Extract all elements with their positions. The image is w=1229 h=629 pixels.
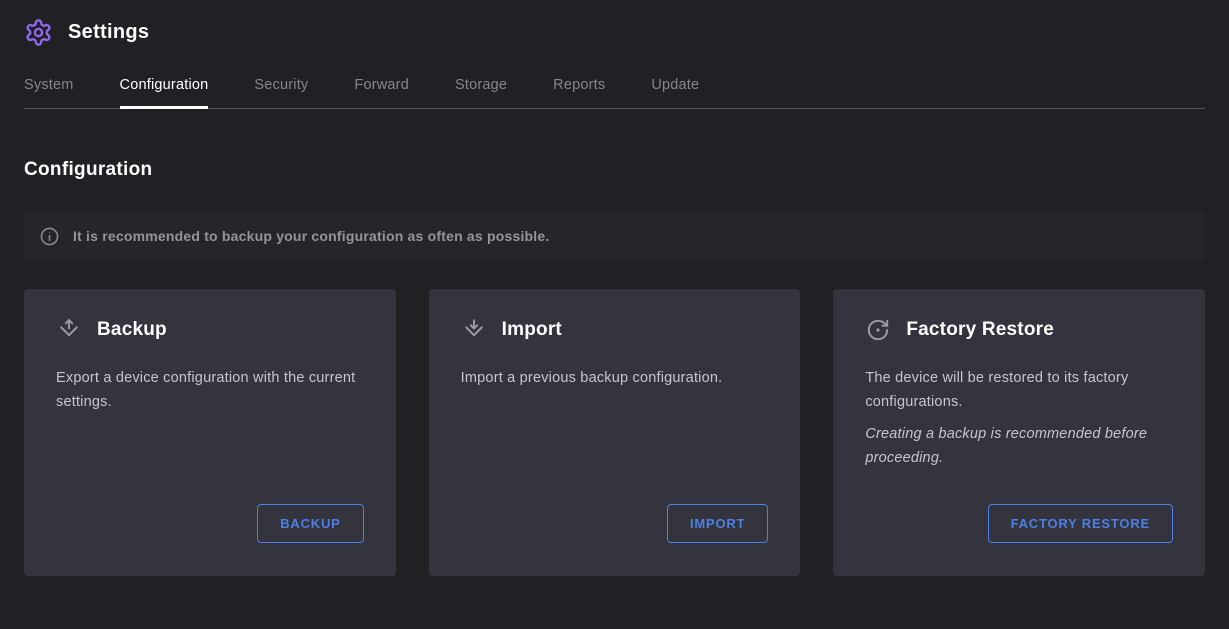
restore-icon (865, 317, 891, 343)
app-header: Settings (24, 0, 1205, 48)
factory-restore-card-description: The device will be restored to its facto… (865, 366, 1173, 414)
tab-storage[interactable]: Storage (455, 77, 507, 108)
download-icon (461, 317, 487, 343)
info-icon (39, 226, 60, 247)
card-row: Backup Export a device configuration wit… (24, 289, 1205, 576)
import-card-description: Import a previous backup configuration. (461, 366, 769, 390)
info-banner: It is recommended to backup your configu… (24, 212, 1205, 260)
tab-forward[interactable]: Forward (354, 77, 409, 108)
tab-reports[interactable]: Reports (553, 77, 605, 108)
tab-security[interactable]: Security (254, 77, 308, 108)
tab-update[interactable]: Update (651, 77, 699, 108)
backup-card-title: Backup (97, 319, 167, 341)
factory-restore-card-header: Factory Restore (865, 317, 1173, 343)
section-heading: Configuration (24, 159, 1205, 181)
factory-restore-card: Factory Restore The device will be resto… (833, 289, 1205, 576)
backup-card-header: Backup (56, 317, 364, 343)
import-card: Import Import a previous backup configur… (429, 289, 801, 576)
gear-icon (24, 18, 53, 47)
import-card-header: Import (461, 317, 769, 343)
settings-page: Settings System Configuration Security F… (0, 0, 1229, 576)
page-title: Settings (68, 21, 149, 44)
factory-restore-card-note: Creating a backup is recommended before … (865, 422, 1173, 470)
banner-text: It is recommended to backup your configu… (73, 228, 549, 244)
backup-card-description: Export a device configuration with the c… (56, 366, 364, 414)
tab-system[interactable]: System (24, 77, 74, 108)
import-card-title: Import (502, 319, 562, 341)
tab-bar: System Configuration Security Forward St… (24, 77, 1205, 109)
tab-configuration[interactable]: Configuration (120, 77, 209, 108)
backup-button[interactable]: BACKUP (257, 504, 363, 543)
factory-restore-button[interactable]: FACTORY RESTORE (988, 504, 1173, 543)
factory-restore-card-title: Factory Restore (906, 319, 1054, 341)
upload-icon (56, 317, 82, 343)
backup-card: Backup Export a device configuration wit… (24, 289, 396, 576)
import-button[interactable]: IMPORT (667, 504, 768, 543)
